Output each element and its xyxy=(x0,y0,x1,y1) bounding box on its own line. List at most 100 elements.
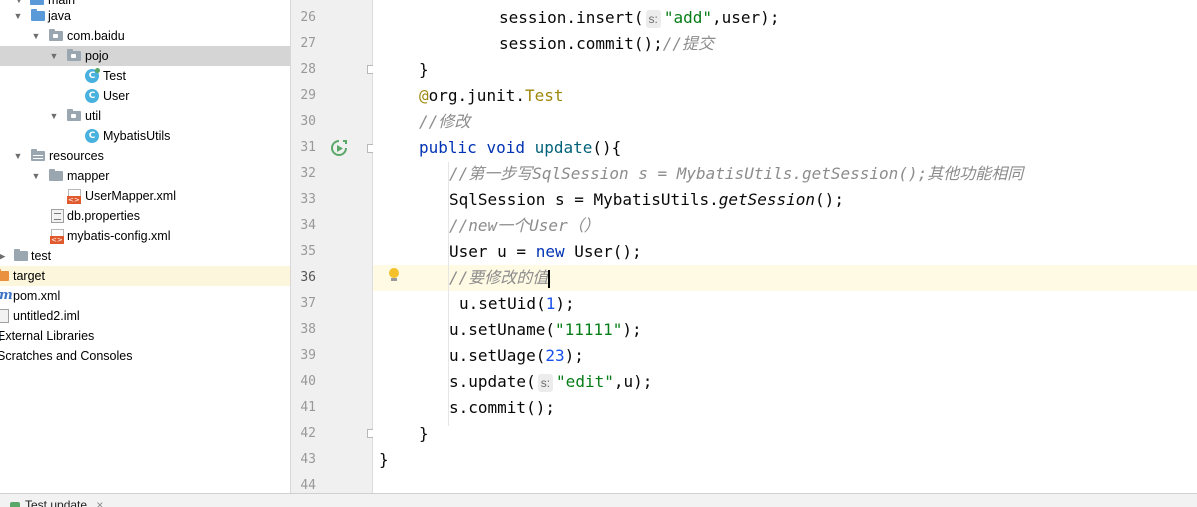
run-tab[interactable]: Test.update × xyxy=(10,497,103,507)
line-number: 42 xyxy=(300,426,316,441)
expand-arrow-icon[interactable]: ▼ xyxy=(49,46,59,66)
folder-icon xyxy=(49,169,63,181)
code-line-36: //要修改的值 xyxy=(449,268,551,288)
editor-gutter[interactable]: 26 27 28 29 30 31 32 33 34 35 36 37 38 3… xyxy=(290,0,376,493)
expand-arrow-icon[interactable]: ▼ xyxy=(13,6,23,26)
tree-item-mybatis-config-xml[interactable]: mybatis-config.xml xyxy=(0,226,290,246)
bottom-tool-bar: Test.update × xyxy=(0,493,1197,507)
tree-item-test-folder[interactable]: ▶ test xyxy=(0,246,290,266)
code-editor[interactable]: session.insert(s: "add",user); session.co… xyxy=(373,0,1197,493)
line-number: 37 xyxy=(300,296,316,311)
expand-arrow-icon[interactable]: ▼ xyxy=(31,26,41,46)
expand-arrow-icon[interactable]: ▼ xyxy=(31,166,41,186)
tree-item-pojo[interactable]: ▼ pojo xyxy=(0,46,290,66)
code-line-32: //第一步写SqlSession s = MybatisUtils.getSes… xyxy=(449,164,1024,183)
tree-item-user-class[interactable]: C User xyxy=(0,86,290,106)
line-number: 43 xyxy=(300,452,316,467)
tree-item-label: mybatis-config.xml xyxy=(67,229,171,243)
class-icon: C xyxy=(85,129,99,143)
line-number: 29 xyxy=(300,88,316,103)
tree-item-util[interactable]: ▼ util xyxy=(0,106,290,126)
tree-item-untitled2-iml[interactable]: untitled2.iml xyxy=(0,306,290,326)
tree-item-scratches[interactable]: Scratches and Consoles xyxy=(0,346,290,366)
tree-item-label: untitled2.iml xyxy=(13,309,80,323)
code-line-27: session.commit();//提交 xyxy=(499,34,715,53)
project-tree: ▼ main ▼ java ▼ com.baidu ▼ pojo C Test … xyxy=(0,0,290,493)
code-line-40: s.update(s: "edit",u); xyxy=(449,372,653,392)
test-run-icon xyxy=(10,502,20,507)
package-icon xyxy=(49,29,63,41)
tree-item-label: External Libraries xyxy=(0,329,95,343)
tree-item-label: Scratches and Consoles xyxy=(0,349,133,363)
tree-item-label: com.baidu xyxy=(67,29,125,43)
line-number: 33 xyxy=(300,192,316,207)
package-icon xyxy=(67,109,81,121)
tree-item-usermapper-xml[interactable]: UserMapper.xml xyxy=(0,186,290,206)
properties-file-icon xyxy=(51,209,64,223)
tree-item-resources[interactable]: ▼ resources xyxy=(0,146,290,166)
line-number: 31 xyxy=(300,140,316,155)
expand-arrow-icon[interactable]: ▼ xyxy=(13,146,23,166)
lightbulb-icon[interactable] xyxy=(388,268,400,282)
code-line-33: SqlSession s = MybatisUtils.getSession()… xyxy=(449,190,844,209)
folder-icon xyxy=(14,249,28,261)
tree-item-com-baidu[interactable]: ▼ com.baidu xyxy=(0,26,290,46)
tree-item-label: util xyxy=(85,109,101,123)
tree-item-label: java xyxy=(48,9,71,23)
line-number: 32 xyxy=(300,166,316,181)
tree-item-target[interactable]: target xyxy=(0,266,290,286)
tree-item-mapper[interactable]: ▼ mapper xyxy=(0,166,290,186)
code-line-37: u.setUid(1); xyxy=(459,294,575,313)
tree-item-label: UserMapper.xml xyxy=(85,189,176,203)
tree-item-external-libraries[interactable]: External Libraries xyxy=(0,326,290,346)
class-icon: C xyxy=(85,89,99,103)
line-number: 40 xyxy=(300,374,316,389)
package-icon xyxy=(67,49,81,61)
tree-item-label: db.properties xyxy=(67,209,140,223)
tree-item-label: mapper xyxy=(67,169,110,183)
line-number: 27 xyxy=(300,36,316,51)
test-class-icon: C xyxy=(85,68,100,83)
line-number: 38 xyxy=(300,322,316,337)
line-number: 26 xyxy=(300,10,316,25)
code-line-31: public void update(){ xyxy=(419,138,622,157)
run-tab-label: Test.update xyxy=(25,498,88,507)
line-number: 30 xyxy=(300,114,316,129)
code-line-38: u.setUname("11111"); xyxy=(449,320,642,339)
code-line-28: } xyxy=(419,60,429,79)
xml-file-icon xyxy=(67,189,81,204)
collapse-arrow-icon[interactable]: ▶ xyxy=(0,246,7,266)
tree-item-test-class[interactable]: C Test xyxy=(0,66,290,86)
parameter-hint: s: xyxy=(645,9,661,28)
line-number: 28 xyxy=(300,62,316,77)
xml-file-icon xyxy=(50,229,64,244)
tree-item-label: MybatisUtils xyxy=(103,129,171,143)
resources-folder-icon xyxy=(31,149,45,161)
tree-item-db-properties[interactable]: db.properties xyxy=(0,206,290,226)
code-line-41: s.commit(); xyxy=(449,398,555,417)
folder-icon xyxy=(30,0,44,5)
iml-file-icon xyxy=(0,309,9,323)
line-number: 41 xyxy=(300,400,316,415)
line-number-current: 36 xyxy=(300,270,316,285)
line-number: 39 xyxy=(300,348,316,363)
code-line-34: //new一个User（） xyxy=(449,216,600,235)
tree-item-label: Test xyxy=(103,69,126,83)
expand-arrow-icon[interactable]: ▼ xyxy=(49,106,59,126)
tree-item-label: test xyxy=(31,249,52,263)
maven-icon: m xyxy=(0,288,13,303)
parameter-hint: s: xyxy=(537,373,554,392)
code-line-35: User u = new User(); xyxy=(449,242,642,261)
text-caret xyxy=(548,269,551,288)
code-line-30: //修改 xyxy=(419,112,471,131)
tree-item-label: target xyxy=(13,269,45,283)
tree-item-java[interactable]: ▼ java xyxy=(0,6,290,26)
code-line-26: session.insert(s: "add",user); xyxy=(499,8,780,28)
run-test-icon[interactable] xyxy=(330,139,348,157)
line-number: 34 xyxy=(300,218,316,233)
tree-item-pom-xml[interactable]: m pom.xml xyxy=(0,286,290,306)
close-icon[interactable]: × xyxy=(96,498,103,507)
tree-item-mybatisutils[interactable]: C MybatisUtils xyxy=(0,126,290,146)
code-line-29: @org.junit.Test xyxy=(419,86,564,105)
code-line-43: } xyxy=(379,450,389,469)
